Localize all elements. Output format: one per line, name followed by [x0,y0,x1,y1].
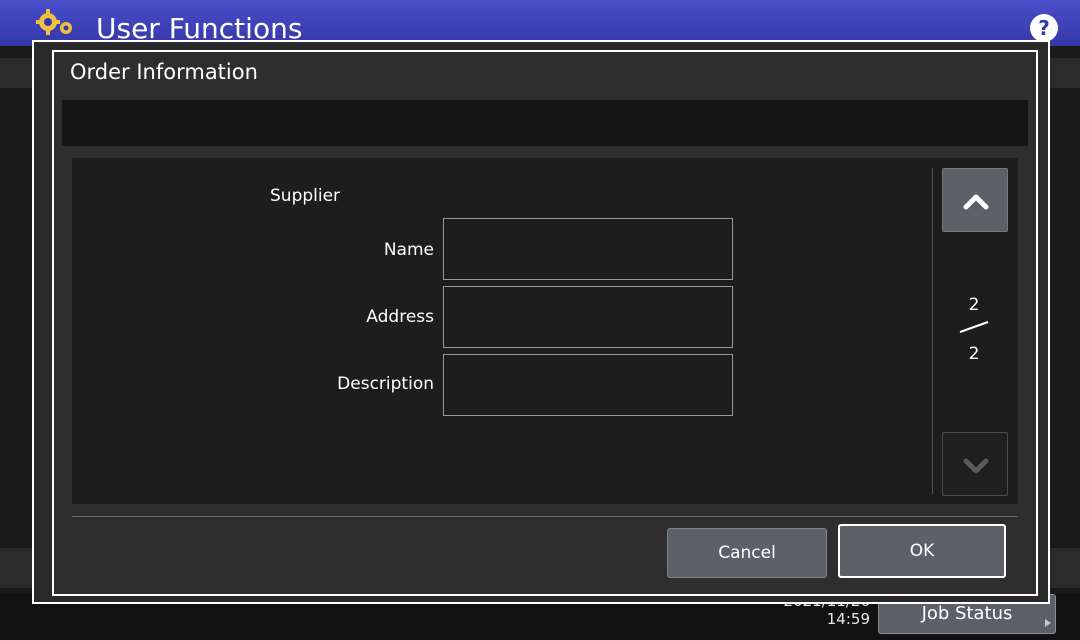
chevron-up-icon [963,194,989,210]
page-separator [959,321,989,333]
footer-divider [72,516,1018,517]
section-label-supplier: Supplier [270,186,341,206]
description-field[interactable] [443,354,733,416]
scroll-divider [932,168,933,494]
gear-icon [36,9,72,35]
play-arrow-icon [1045,619,1051,627]
scroll-up-button[interactable] [942,168,1008,232]
dialog-subbar [62,100,1028,146]
clock-time: 14:59 [826,610,870,628]
cancel-button[interactable]: Cancel [667,528,827,578]
address-field[interactable] [443,286,733,348]
dialog-title: Order Information [70,60,258,84]
name-label: Name [383,240,434,260]
description-label: Description [337,374,434,394]
name-field[interactable] [443,218,733,280]
address-label: Address [366,307,434,327]
scroll-down-button[interactable] [942,432,1008,496]
chevron-down-icon [963,458,989,474]
help-icon[interactable]: ? [1030,14,1058,42]
job-status-label: Job Status [921,603,1013,624]
page-total: 2 [968,344,980,364]
page-current: 2 [968,295,980,315]
ok-button[interactable]: OK [838,524,1006,578]
